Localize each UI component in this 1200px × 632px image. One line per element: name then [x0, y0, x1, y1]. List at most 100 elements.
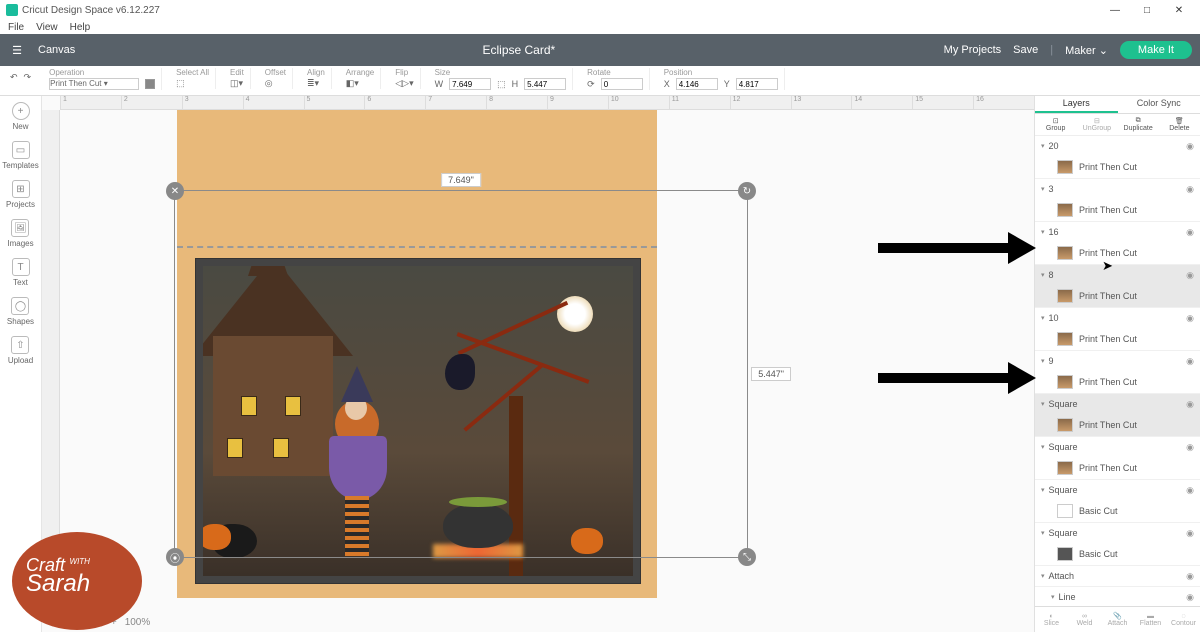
select-all-icon[interactable]: ⬚ — [176, 78, 185, 89]
projects-button[interactable]: ⊞ — [12, 180, 30, 198]
annotation-arrow — [878, 238, 1036, 258]
text-label: Text — [13, 278, 28, 287]
layer-group-header[interactable]: ▾Square◉ — [1035, 523, 1200, 543]
watermark-badge: Craft WITHSarah — [12, 532, 142, 630]
upload-button[interactable]: ⇧ — [11, 336, 29, 354]
delete-button[interactable]: 🗑Delete — [1159, 114, 1200, 135]
size-label: Size — [435, 68, 451, 77]
my-projects-link[interactable]: My Projects — [944, 44, 1001, 56]
arrange-label: Arrange — [346, 68, 374, 77]
text-button[interactable]: T — [12, 258, 30, 276]
lock-handle[interactable]: ⦿ — [166, 548, 184, 566]
group-button[interactable]: ⊡Group — [1035, 114, 1076, 135]
layer-row[interactable]: Print Then Cut — [1035, 242, 1200, 264]
layer-row[interactable]: Print Then Cut — [1035, 457, 1200, 479]
window-close[interactable]: ✕ — [1164, 2, 1194, 18]
shapes-button[interactable]: ◯ — [11, 297, 29, 315]
undo-icon[interactable]: ↶ — [10, 72, 18, 83]
layer-group-header[interactable]: ▾Square◉ — [1035, 480, 1200, 500]
h-label: H — [512, 79, 519, 89]
tab-color-sync[interactable]: Color Sync — [1118, 96, 1200, 113]
slice-button[interactable]: ◐Slice — [1035, 607, 1068, 632]
layer-row[interactable]: Print Then Cut — [1035, 371, 1200, 393]
rotate-handle[interactable]: ↻ — [738, 182, 756, 200]
duplicate-button[interactable]: ⧉Duplicate — [1118, 114, 1159, 135]
canvas[interactable]: 12345678910111213141516 — [42, 96, 1034, 632]
lock-aspect-icon[interactable]: ⬚ — [497, 79, 506, 90]
layer-row[interactable]: Print Then Cut — [1035, 199, 1200, 221]
layer-row[interactable]: Print Then Cut — [1035, 328, 1200, 350]
arrange-dropdown[interactable]: ◧▾ — [346, 78, 359, 89]
layer-group-header[interactable]: ▾Square◉ — [1035, 394, 1200, 414]
x-label: X — [664, 79, 670, 89]
make-it-button[interactable]: Make It — [1120, 41, 1192, 59]
w-label: W — [435, 79, 444, 89]
operation-label: Operation — [49, 68, 84, 77]
layer-row[interactable]: Print Then Cut — [1035, 285, 1200, 307]
layer-group-header[interactable]: ▾8◉ — [1035, 265, 1200, 285]
weld-button[interactable]: ∞Weld — [1068, 607, 1101, 632]
layer-group-header[interactable]: ▾9◉ — [1035, 351, 1200, 371]
redo-icon[interactable]: ↷ — [24, 72, 32, 83]
app-title: Cricut Design Space v6.12.227 — [22, 5, 160, 16]
ungroup-button[interactable]: ⊟UnGroup — [1076, 114, 1117, 135]
app-logo — [6, 4, 18, 16]
height-input[interactable] — [524, 78, 566, 90]
menu-file[interactable]: File — [8, 22, 24, 33]
offset-icon[interactable]: ◎ — [265, 78, 273, 89]
templates-button[interactable]: ▭ — [12, 141, 30, 159]
offset-label: Offset — [265, 68, 286, 77]
contour-button[interactable]: ◌Contour — [1167, 607, 1200, 632]
canvas-label: Canvas — [34, 44, 94, 56]
x-input[interactable] — [676, 78, 718, 90]
align-dropdown[interactable]: ≣▾ — [307, 78, 319, 89]
layer-group-header[interactable]: ▾Attach◉ — [1035, 566, 1200, 586]
layer-group-header[interactable]: ▾Square◉ — [1035, 437, 1200, 457]
new-label: New — [12, 122, 28, 131]
layer-group-header[interactable]: ▾Line◉ — [1035, 587, 1200, 606]
position-label: Position — [664, 68, 692, 77]
y-label: Y — [724, 79, 730, 89]
window-maximize[interactable]: □ — [1132, 2, 1162, 18]
flatten-button[interactable]: ▬Flatten — [1134, 607, 1167, 632]
selection-width: 7.649" — [441, 173, 481, 187]
layer-group-header[interactable]: ▾3◉ — [1035, 179, 1200, 199]
window-minimize[interactable]: — — [1100, 2, 1130, 18]
shapes-label: Shapes — [7, 317, 34, 326]
images-label: Images — [7, 239, 33, 248]
menu-view[interactable]: View — [36, 22, 58, 33]
machine-select[interactable]: Maker ⌄ — [1065, 44, 1108, 57]
y-input[interactable] — [736, 78, 778, 90]
delete-handle[interactable]: ✕ — [166, 182, 184, 200]
project-title: Eclipse Card* — [94, 43, 944, 57]
layer-row[interactable]: Basic Cut — [1035, 543, 1200, 565]
layer-group-header[interactable]: ▾10◉ — [1035, 308, 1200, 328]
layer-row[interactable]: Basic Cut — [1035, 500, 1200, 522]
tab-layers[interactable]: Layers — [1035, 96, 1118, 113]
layer-group-header[interactable]: ▾16◉ — [1035, 222, 1200, 242]
layer-group-header[interactable]: ▾20◉ — [1035, 136, 1200, 156]
select-all-label: Select All — [176, 68, 209, 77]
save-link[interactable]: Save — [1013, 44, 1038, 56]
width-input[interactable] — [449, 78, 491, 90]
upload-label: Upload — [8, 356, 33, 365]
edit-label: Edit — [230, 68, 244, 77]
layer-row[interactable]: Print Then Cut — [1035, 414, 1200, 436]
hamburger-menu[interactable]: ☰ — [0, 44, 34, 57]
divider: | — [1050, 44, 1053, 56]
menu-help[interactable]: Help — [70, 22, 91, 33]
selection-box[interactable]: 7.649" 5.447" ✕ ↻ ⦿ ⤡ — [174, 190, 748, 558]
rotate-label: Rotate — [587, 68, 611, 77]
rotate-input[interactable] — [601, 78, 643, 90]
operation-select[interactable]: Print Then Cut ▾ — [49, 78, 139, 90]
attach-button[interactable]: 📎Attach — [1101, 607, 1134, 632]
layer-row[interactable]: Print Then Cut — [1035, 156, 1200, 178]
resize-handle[interactable]: ⤡ — [738, 548, 756, 566]
new-button[interactable]: + — [12, 102, 30, 120]
images-button[interactable]: 🖼 — [11, 219, 29, 237]
layers-list[interactable]: ▾20◉Print Then Cut▾3◉Print Then Cut▾16◉P… — [1035, 136, 1200, 606]
swatch[interactable] — [145, 79, 155, 89]
flip-dropdown[interactable]: ◁▷▾ — [395, 78, 413, 89]
edit-dropdown[interactable]: ◫▾ — [230, 78, 243, 89]
selection-height: 5.447" — [751, 367, 791, 381]
